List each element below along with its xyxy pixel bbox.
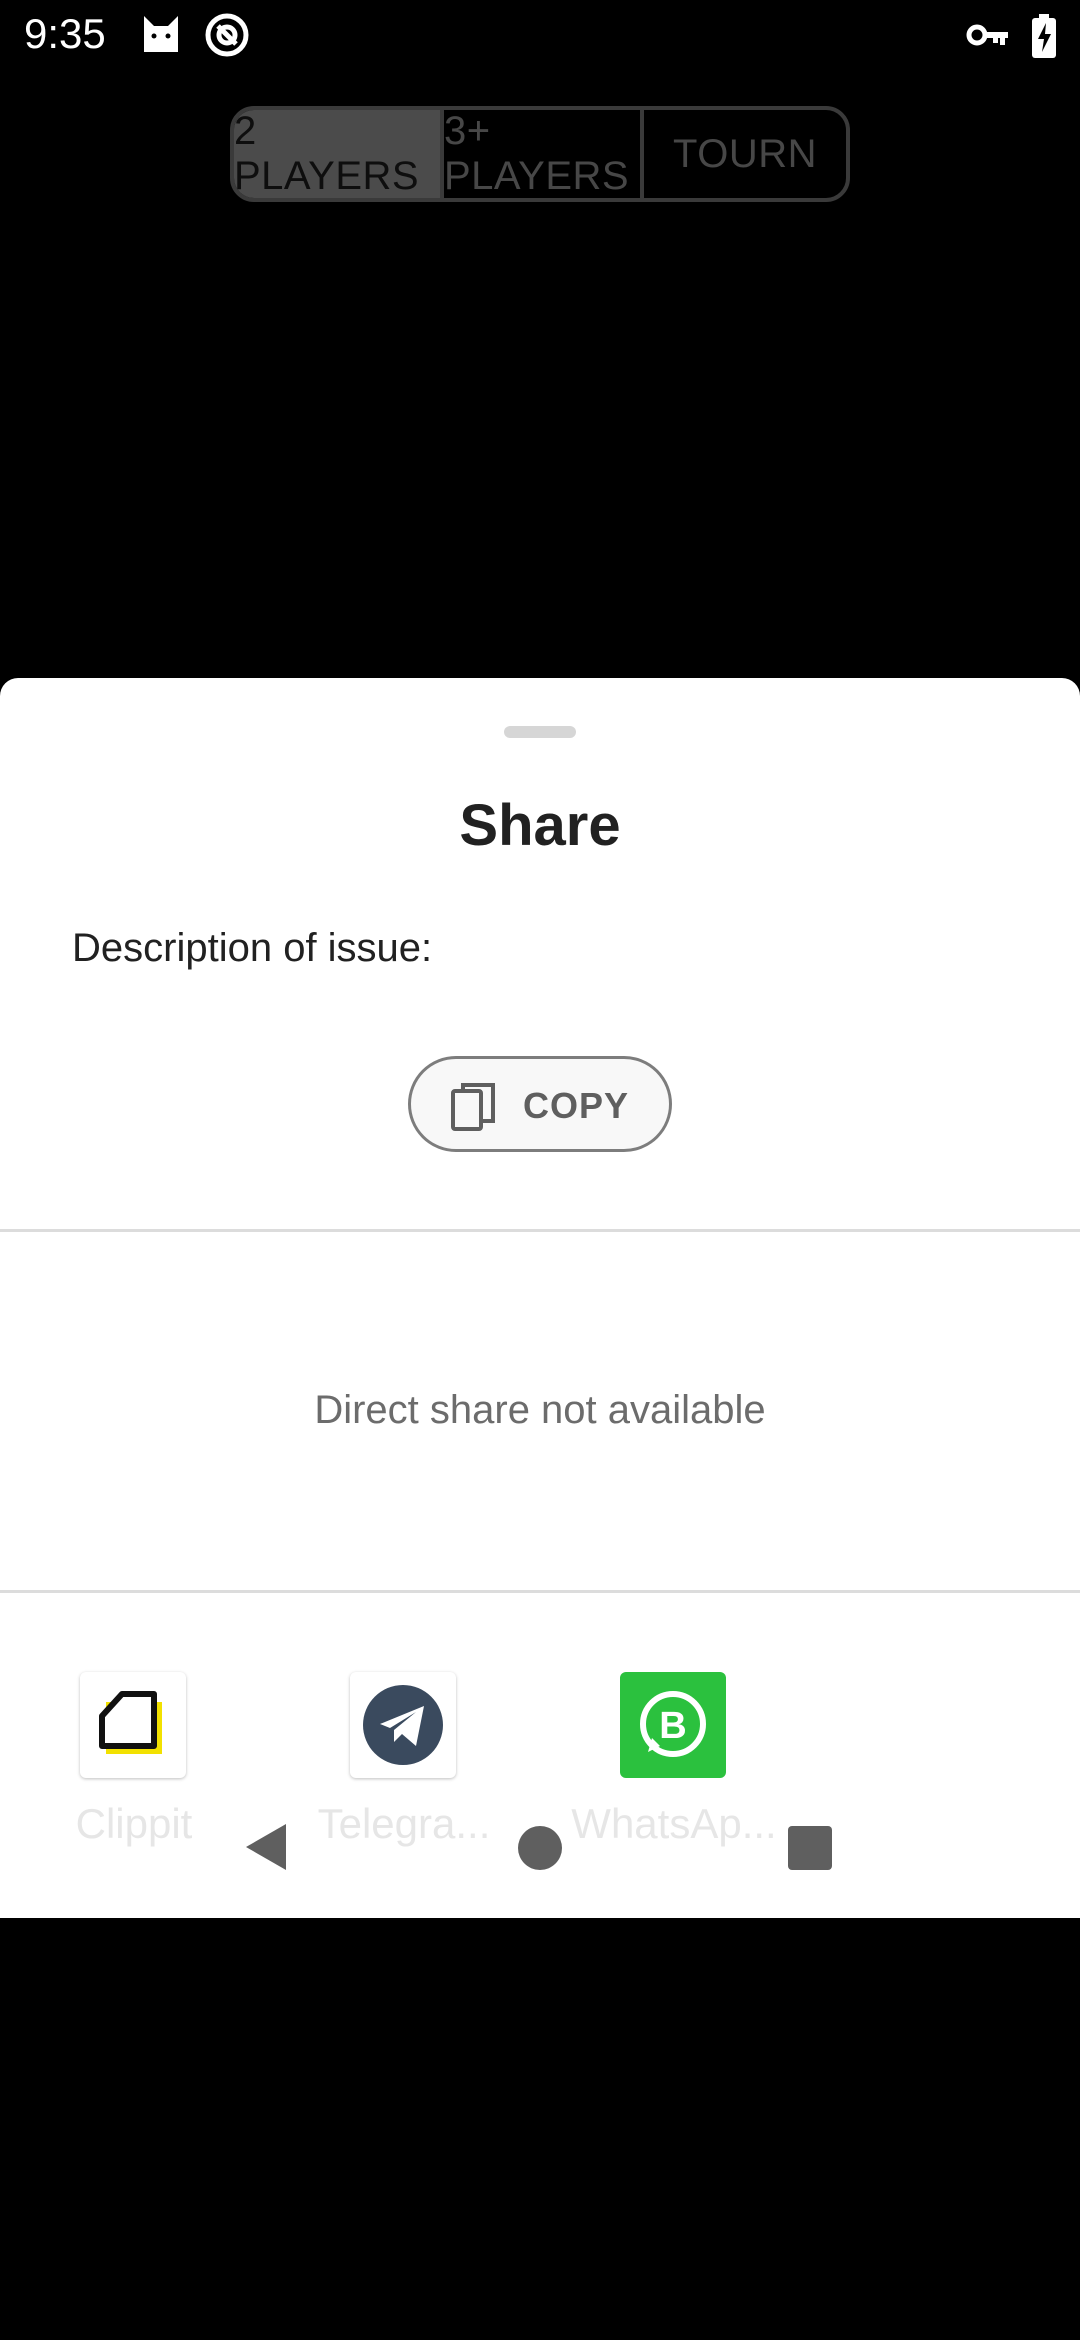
app-label: WhatsAp... xyxy=(571,1800,777,1847)
status-time: 9:35 xyxy=(24,10,106,57)
status-bar: 9:35 xyxy=(0,0,1080,72)
app-label: Telegra... xyxy=(317,1800,491,1847)
clippit-icon xyxy=(80,1672,186,1778)
tab-tournament[interactable]: TOURN xyxy=(644,110,846,198)
drag-handle[interactable] xyxy=(504,726,576,738)
cat-icon xyxy=(144,16,178,52)
key-icon xyxy=(966,24,1008,46)
divider xyxy=(0,1590,1080,1593)
recents-icon[interactable] xyxy=(788,1826,832,1870)
back-icon[interactable] xyxy=(244,1822,288,1872)
copy-icon xyxy=(451,1083,495,1131)
at-sign-icon xyxy=(205,13,249,57)
telegram-icon xyxy=(350,1672,456,1778)
divider xyxy=(0,1229,1080,1232)
direct-share-message: Direct share not available xyxy=(314,1388,766,1432)
player-mode-tabs: 2 PLAYERS 3+ PLAYERS TOURN xyxy=(230,106,850,202)
app-target-whatsapp-business[interactable]: B WhatsAp... xyxy=(554,1672,794,1862)
tab-3-plus-players[interactable]: 3+ PLAYERS xyxy=(440,110,644,198)
share-title: Share xyxy=(459,793,621,858)
app-target-telegram[interactable]: Telegra... xyxy=(284,1672,524,1862)
copy-label: COPY xyxy=(523,1085,630,1126)
copy-button[interactable]: COPY xyxy=(408,1056,672,1152)
svg-text:B: B xyxy=(659,1705,686,1747)
whatsapp-business-icon: B xyxy=(620,1672,726,1778)
home-icon[interactable] xyxy=(518,1826,562,1870)
tab-2-players[interactable]: 2 PLAYERS xyxy=(234,110,440,198)
app-target-clippit[interactable]: Clippit xyxy=(14,1672,254,1862)
app-label: Clippit xyxy=(75,1800,193,1847)
share-sheet: Share Description of issue: COPY Direct … xyxy=(0,678,1080,1918)
screen: 9:35 2 PLAYERS 3+ PLAYERS TOURN Share De… xyxy=(0,0,1080,2340)
battery-charging-icon xyxy=(1032,14,1056,58)
share-description: Description of issue: xyxy=(72,926,433,970)
